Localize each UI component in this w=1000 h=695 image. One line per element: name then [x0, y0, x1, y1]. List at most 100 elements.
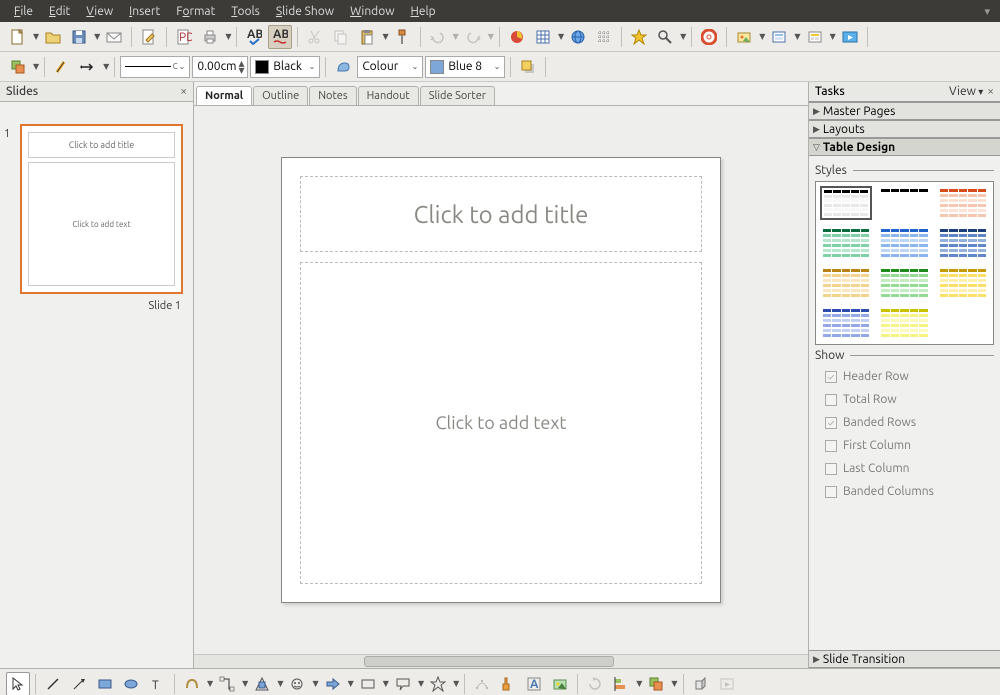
arrow-style-button[interactable] [76, 55, 100, 79]
hyperlink-button[interactable] [566, 25, 590, 49]
check-banded-rows[interactable]: ✓Banded Rows [825, 416, 994, 429]
tab-slide-sorter[interactable]: Slide Sorter [420, 86, 495, 105]
gallery-dropdown[interactable]: ▼ [758, 32, 765, 41]
tab-normal[interactable]: Normal [196, 86, 252, 105]
undo-button[interactable] [426, 25, 450, 49]
tasks-view-menu[interactable]: View ▾ [949, 85, 987, 98]
curve-tool[interactable] [180, 672, 204, 695]
menu-slideshow[interactable]: Slide Show [268, 3, 342, 20]
table-style-swatch[interactable] [820, 226, 872, 260]
open-button[interactable] [41, 25, 65, 49]
check-header-row[interactable]: ✓Header Row [825, 370, 994, 383]
basic-shapes-dropdown[interactable]: ▼ [276, 679, 283, 688]
help-button[interactable] [697, 25, 721, 49]
connector-tool[interactable] [215, 672, 239, 695]
line-props-button[interactable] [50, 55, 74, 79]
select-tool[interactable] [6, 672, 30, 695]
horizontal-scrollbar[interactable] [194, 654, 808, 668]
basic-shapes-tool[interactable] [250, 672, 274, 695]
table-style-swatch[interactable] [820, 186, 872, 220]
table-style-swatch[interactable] [878, 186, 930, 220]
tab-handout[interactable]: Handout [358, 86, 419, 105]
zoom-dropdown[interactable]: ▼ [679, 32, 686, 41]
line-width-input[interactable]: 0.00cm▴▾ [192, 56, 248, 78]
line-color-select[interactable]: Black⌄ [250, 56, 320, 78]
check-total-row[interactable]: Total Row [825, 393, 994, 406]
menu-insert[interactable]: Insert [121, 3, 168, 20]
menu-help[interactable]: Help [403, 3, 444, 20]
new-doc-button[interactable] [6, 25, 30, 49]
table-button[interactable] [531, 25, 555, 49]
menu-tools[interactable]: Tools [223, 3, 268, 20]
section-slide-transition[interactable]: ▶Slide Transition [809, 650, 1000, 668]
slides-list[interactable]: 1 Click to add title Click to add text S… [0, 102, 193, 668]
slide-thumbnail[interactable]: Click to add title Click to add text [20, 124, 183, 294]
window-menu-icon[interactable]: ▾ [980, 5, 994, 18]
table-style-swatch[interactable] [878, 226, 930, 260]
slide-layout-button[interactable] [803, 25, 827, 49]
from-file-tool[interactable] [548, 672, 572, 695]
section-master-pages[interactable]: ▶Master Pages [809, 102, 1000, 120]
alignment-dropdown[interactable]: ▼ [635, 679, 642, 688]
table-style-swatch[interactable] [937, 186, 989, 220]
stars-tool[interactable] [426, 672, 450, 695]
table-style-swatch[interactable] [820, 266, 872, 300]
table-style-swatch[interactable] [937, 226, 989, 260]
ellipse-tool[interactable] [119, 672, 143, 695]
rotate-tool[interactable] [583, 672, 607, 695]
redo-dropdown[interactable]: ▼ [487, 32, 494, 41]
stars-dropdown[interactable]: ▼ [452, 679, 459, 688]
paste-button[interactable] [355, 25, 379, 49]
section-layouts[interactable]: ▶Layouts [809, 120, 1000, 138]
fill-color-select[interactable]: Blue 8⌄ [425, 56, 505, 78]
arrange-tool[interactable] [644, 672, 668, 695]
extrusion-tool[interactable] [689, 672, 713, 695]
menu-edit[interactable]: Edit [41, 3, 78, 20]
arrange-button[interactable] [6, 55, 30, 79]
block-arrows-dropdown[interactable]: ▼ [347, 679, 354, 688]
table-style-swatch[interactable] [820, 306, 872, 340]
curve-dropdown[interactable]: ▼ [206, 679, 213, 688]
slide-layout-dropdown[interactable]: ▼ [829, 32, 836, 41]
cut-button[interactable] [303, 25, 327, 49]
arrange-dropdown[interactable]: ▼ [32, 62, 39, 71]
edit-file-button[interactable] [137, 25, 161, 49]
navigator-button[interactable] [627, 25, 651, 49]
line-style-select[interactable]: C⌄ [120, 56, 190, 78]
flowchart-dropdown[interactable]: ▼ [382, 679, 389, 688]
check-first-column[interactable]: First Column [825, 439, 994, 452]
text-tool[interactable]: T [145, 672, 169, 695]
slides-panel-close-icon[interactable]: × [180, 85, 187, 98]
table-dropdown[interactable]: ▼ [557, 32, 564, 41]
slideshow-button[interactable] [838, 25, 862, 49]
shadow-button[interactable] [516, 55, 540, 79]
redo-button[interactable] [461, 25, 485, 49]
print-button[interactable] [198, 25, 222, 49]
rectangle-tool[interactable] [93, 672, 117, 695]
interaction-tool[interactable] [715, 672, 739, 695]
callout-dropdown[interactable]: ▼ [417, 679, 424, 688]
symbol-shapes-tool[interactable] [285, 672, 309, 695]
gallery-button[interactable] [732, 25, 756, 49]
new-doc-dropdown[interactable]: ▼ [32, 32, 39, 41]
save-button[interactable] [67, 25, 91, 49]
fill-type-select[interactable]: Colour⌄ [357, 56, 423, 78]
export-pdf-button[interactable]: PDF [172, 25, 196, 49]
chart-button[interactable] [505, 25, 529, 49]
print-dropdown[interactable]: ▼ [224, 32, 231, 41]
menu-file[interactable]: File [6, 3, 41, 20]
zoom-button[interactable] [653, 25, 677, 49]
email-button[interactable] [102, 25, 126, 49]
section-table-design[interactable]: ▽Table Design [809, 138, 1000, 156]
table-style-swatch[interactable] [937, 266, 989, 300]
flowchart-tool[interactable] [356, 672, 380, 695]
table-style-swatch[interactable] [878, 306, 930, 340]
table-style-swatch[interactable] [937, 306, 989, 340]
slide-design-button[interactable] [767, 25, 791, 49]
content-placeholder[interactable]: Click to add text [300, 262, 702, 584]
tab-notes[interactable]: Notes [309, 86, 356, 105]
connector-dropdown[interactable]: ▼ [241, 679, 248, 688]
check-banded-columns[interactable]: Banded Columns [825, 485, 994, 498]
spellcheck-button[interactable]: ABC [242, 25, 266, 49]
format-paintbrush-button[interactable] [391, 25, 415, 49]
